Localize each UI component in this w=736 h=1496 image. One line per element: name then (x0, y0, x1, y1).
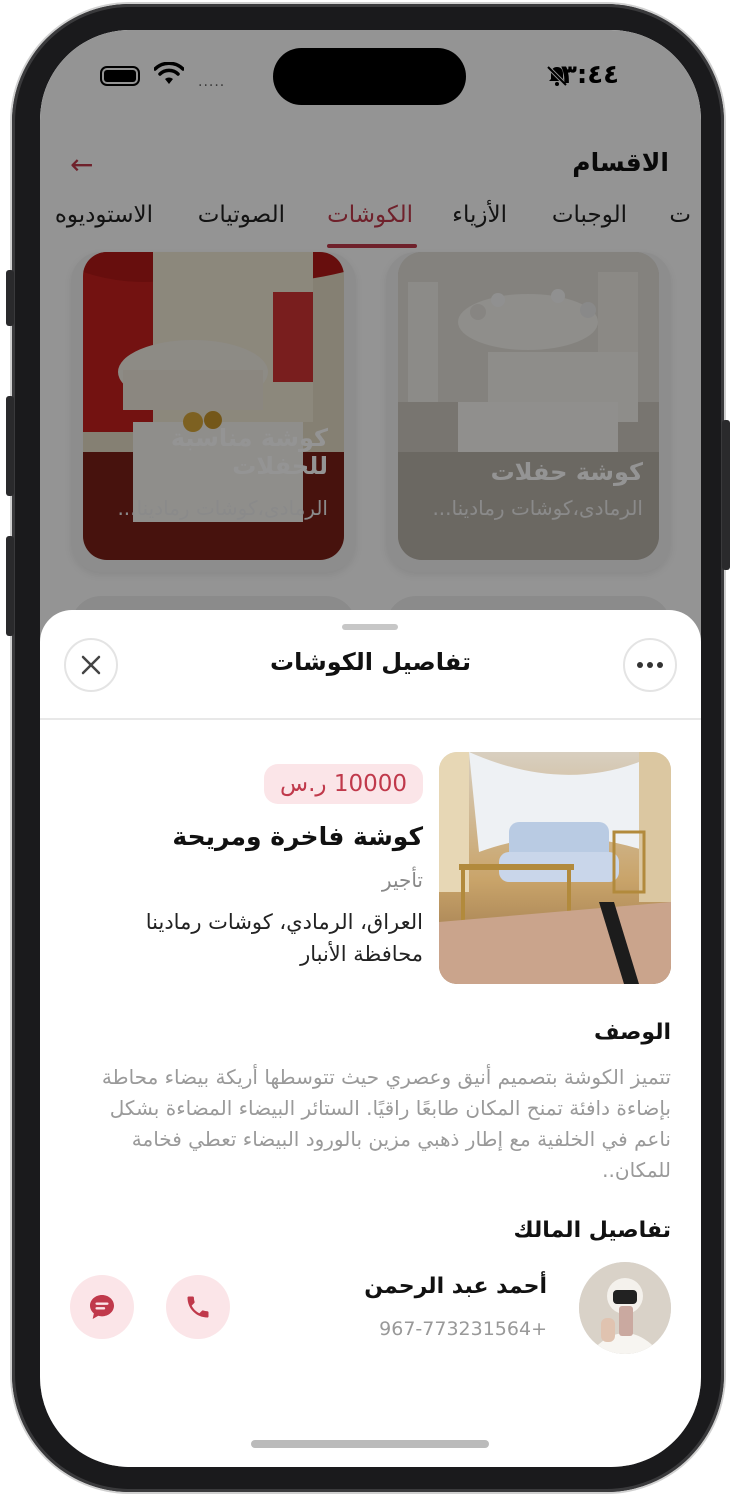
battery-icon (100, 66, 140, 86)
call-button[interactable] (166, 1275, 230, 1339)
more-button[interactable] (623, 638, 677, 692)
dynamic-island (273, 48, 466, 105)
chat-icon (90, 1295, 114, 1319)
tab-active-indicator (327, 244, 417, 248)
tab-fashion[interactable]: الأزياء (452, 202, 507, 228)
item-location-line2: محافظة الأنبار (300, 942, 423, 966)
category-tabs: ت الوجبات الأزياء الكوشات الصوتيات الاست… (40, 202, 701, 250)
tab-studio[interactable]: الاستوديوه (55, 202, 153, 228)
item-image (439, 752, 671, 984)
description-heading: الوصف (593, 1020, 671, 1045)
sheet-grabber[interactable] (342, 624, 398, 630)
card-kosha-parties[interactable]: كوشة حفلات الرمادى،كوشات رمادينا... (386, 252, 671, 572)
tab-meals[interactable]: الوجبات (552, 202, 627, 228)
ellipsis-icon (637, 662, 663, 668)
home-indicator[interactable] (251, 1440, 489, 1448)
signal-dots: ..... (198, 74, 226, 90)
item-location-line1: العراق، الرمادي، كوشات رمادينا (145, 910, 423, 934)
card-subtitle: الرمادى،كوشات رمادينا... (117, 496, 328, 520)
card-subtitle: الرمادى،كوشات رمادينا... (432, 496, 643, 520)
item-location: العراق، الرمادي، كوشات رمادينا محافظة ال… (146, 906, 423, 970)
mute-switch (6, 270, 14, 326)
page-title: الاقسام (572, 148, 669, 177)
screen: ..... ٣:٤٤ ← الاقسام ت الوجبات الأزياء ا… (40, 30, 701, 1467)
price-badge: 10000 ر.س (264, 764, 423, 804)
owner-heading: تفاصيل المالك (513, 1218, 671, 1243)
owner-name: أحمد عبد الرحمن (364, 1274, 547, 1299)
phone-icon (187, 1296, 209, 1318)
wifi-icon (154, 62, 184, 84)
owner-phone[interactable]: 967-773231564+ (379, 1318, 547, 1340)
details-sheet: تفاصيل الكوشات 10000 ر.س كوشة فاخرة ومري… (40, 610, 701, 1467)
card-title: كوشة حفلات (490, 458, 643, 486)
card-title: كوشة مناسبة للحفلات (170, 424, 328, 480)
card-kosha-occasions[interactable]: كوشة مناسبة للحفلات الرمادى،كوشات رمادين… (71, 252, 356, 572)
tab-partial[interactable]: ت (669, 202, 691, 228)
item-name: كوشة فاخرة ومريحة (172, 822, 423, 851)
status-bar: ..... ٣:٤٤ (40, 30, 701, 130)
avatar (579, 1262, 671, 1354)
item-type: تأجير (381, 868, 423, 892)
background-page: ..... ٣:٤٤ ← الاقسام ت الوجبات الأزياء ا… (40, 30, 701, 656)
sheet-divider (40, 718, 701, 720)
chat-button[interactable] (70, 1275, 134, 1339)
arrow-left-icon[interactable]: ← (70, 148, 93, 181)
status-time: ٣:٤٤ (560, 60, 619, 90)
tab-kosha[interactable]: الكوشات (327, 202, 413, 228)
volume-up-button (6, 396, 14, 496)
description-text: تتميز الكوشة بتصميم أنيق وعصري حيث تتوسط… (101, 1065, 671, 1182)
tab-audio[interactable]: الصوتيات (198, 202, 285, 228)
sheet-title: تفاصيل الكوشات (269, 648, 472, 676)
power-button (722, 420, 730, 570)
volume-down-button (6, 536, 14, 636)
